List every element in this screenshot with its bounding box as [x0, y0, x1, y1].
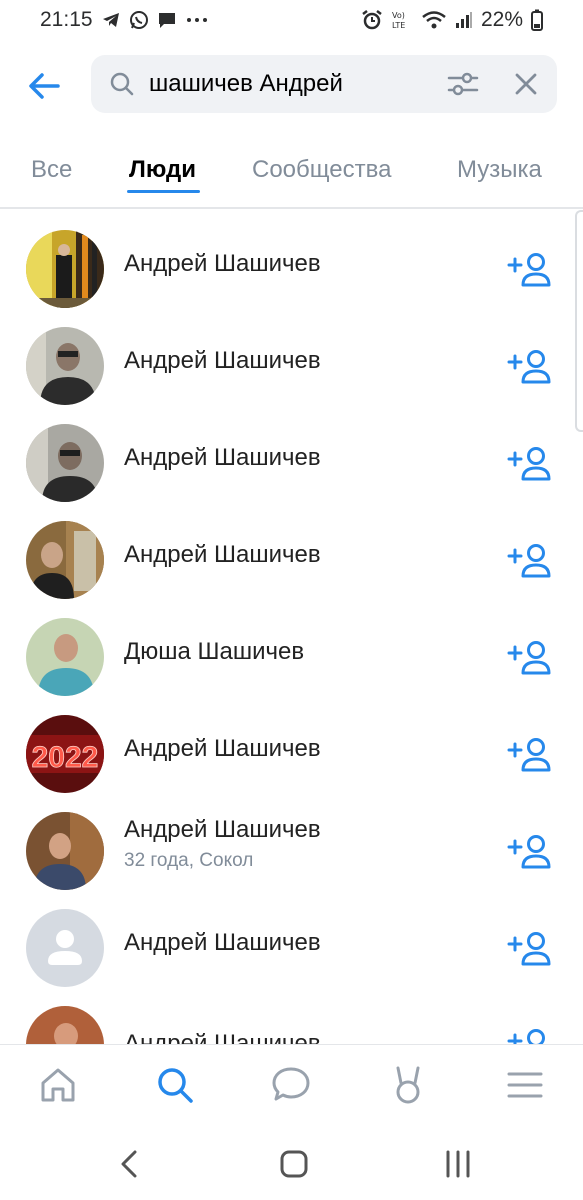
menu-icon [507, 1072, 543, 1098]
recents-icon [446, 1150, 470, 1178]
person-name[interactable]: Андрей Шашичев [124, 250, 321, 278]
person-name[interactable]: Андрей Шашичев [124, 929, 321, 957]
add-user-icon [507, 350, 551, 384]
message-icon [157, 10, 177, 30]
list-item[interactable]: Андрей Шашичев 32 года, Сокол [0, 802, 583, 899]
list-item[interactable]: Андрей Шашичев [0, 899, 583, 996]
more-icon [185, 16, 209, 24]
status-bar: 21:15 Vo) LTE 22% [0, 0, 583, 40]
tab-communities[interactable]: Сообщества [252, 156, 391, 184]
avatar-placeholder[interactable] [26, 909, 104, 987]
list-item[interactable]: Андрей Шашичев [0, 511, 583, 608]
search-query[interactable]: шашичев Андрей [149, 70, 343, 98]
avatar[interactable] [26, 424, 104, 502]
nav-clips[interactable] [386, 1063, 430, 1107]
add-friend-button[interactable] [506, 444, 554, 484]
add-friend-button[interactable] [506, 929, 554, 969]
system-back-button[interactable] [112, 1146, 148, 1182]
nav-search[interactable] [153, 1063, 197, 1107]
add-user-icon [507, 1029, 545, 1044]
system-nav [0, 1124, 583, 1200]
add-user-icon [507, 544, 551, 578]
list-item[interactable]: Андрей Шашичев [0, 996, 583, 1044]
add-friend-button[interactable] [506, 735, 554, 775]
person-name[interactable]: Андрей Шашичев [124, 347, 321, 375]
add-user-icon [507, 447, 551, 481]
avatar[interactable] [26, 618, 104, 696]
close-icon[interactable] [511, 69, 541, 104]
person-name[interactable]: Андрей Шашичев [124, 735, 321, 763]
battery-icon [531, 9, 543, 31]
active-tab-indicator [127, 190, 200, 193]
filter-icon[interactable] [447, 69, 479, 104]
add-friend-button[interactable] [506, 638, 554, 678]
tab-all[interactable]: Все [31, 156, 72, 184]
avatar[interactable] [26, 521, 104, 599]
telegram-icon [101, 10, 121, 30]
person-name[interactable]: Андрей Шашичев [124, 1030, 321, 1044]
add-friend-button[interactable] [506, 250, 554, 290]
add-friend-button[interactable] [506, 832, 554, 872]
avatar[interactable] [26, 230, 104, 308]
system-home-button[interactable] [276, 1146, 312, 1182]
tab-bar: Все Люди Сообщества Музыка [0, 130, 583, 210]
status-left: 21:15 [40, 8, 209, 32]
status-right: Vo) LTE 22% [361, 8, 543, 32]
search-input[interactable]: шашичев Андрей [91, 55, 557, 113]
svg-text:Vo): Vo) [392, 11, 405, 20]
person-name[interactable]: Андрей Шашичев [124, 541, 321, 569]
avatar[interactable] [26, 327, 104, 405]
tab-music[interactable]: Музыка [457, 156, 542, 184]
svg-text:LTE: LTE [392, 21, 405, 30]
signal-icon [455, 11, 473, 29]
whatsapp-icon [129, 10, 149, 30]
person-name[interactable]: Андрей Шашичев [124, 816, 321, 844]
nav-messages[interactable] [269, 1063, 313, 1107]
tabs-divider [0, 207, 583, 209]
list-item[interactable]: Андрей Шашичев [0, 220, 583, 317]
avatar[interactable] [26, 812, 104, 890]
list-item[interactable]: Андрей Шашичев [0, 414, 583, 511]
search-header: шашичев Андрей [0, 40, 583, 130]
person-name[interactable]: Андрей Шашичев [124, 444, 321, 472]
home-icon [41, 1068, 75, 1102]
list-item[interactable]: 2022 Андрей Шашичев [0, 705, 583, 802]
add-user-icon [507, 932, 551, 966]
messages-icon [272, 1067, 310, 1101]
avatar[interactable] [26, 1006, 104, 1044]
person-name[interactable]: Дюша Шашичев [124, 638, 304, 666]
list-item[interactable]: Дюша Шашичев [0, 608, 583, 705]
arrow-left-icon [29, 73, 60, 99]
alarm-icon [361, 9, 383, 31]
volte-icon: Vo) LTE [391, 9, 413, 31]
back-button[interactable] [24, 66, 64, 106]
add-friend-button[interactable] [506, 1026, 554, 1044]
people-list: Андрей Шашичев Андрей Шашичев Андрей Шаш… [0, 212, 583, 1044]
add-user-icon [507, 738, 551, 772]
nav-menu[interactable] [503, 1063, 547, 1107]
chevron-left-icon [121, 1150, 137, 1178]
avatar[interactable]: 2022 [26, 715, 104, 793]
person-subtitle: 32 года, Сокол [124, 850, 254, 871]
clips-icon [396, 1066, 420, 1104]
wifi-icon [421, 10, 447, 30]
search-icon [158, 1068, 193, 1103]
bottom-nav [0, 1044, 583, 1124]
home-square-icon [280, 1150, 308, 1178]
user-placeholder-icon [48, 930, 82, 965]
status-time: 21:15 [40, 8, 93, 31]
add-user-icon [507, 641, 551, 675]
battery-percent: 22% [480, 8, 523, 31]
list-item[interactable]: Андрей Шашичев [0, 317, 583, 414]
add-user-icon [507, 253, 551, 287]
nav-home[interactable] [36, 1063, 80, 1107]
add-user-icon [507, 835, 551, 869]
search-icon [109, 71, 135, 102]
add-friend-button[interactable] [506, 347, 554, 387]
avatar-text: 2022 [32, 741, 99, 774]
add-friend-button[interactable] [506, 541, 554, 581]
tab-people[interactable]: Люди [129, 156, 196, 184]
system-recents-button[interactable] [440, 1146, 476, 1182]
